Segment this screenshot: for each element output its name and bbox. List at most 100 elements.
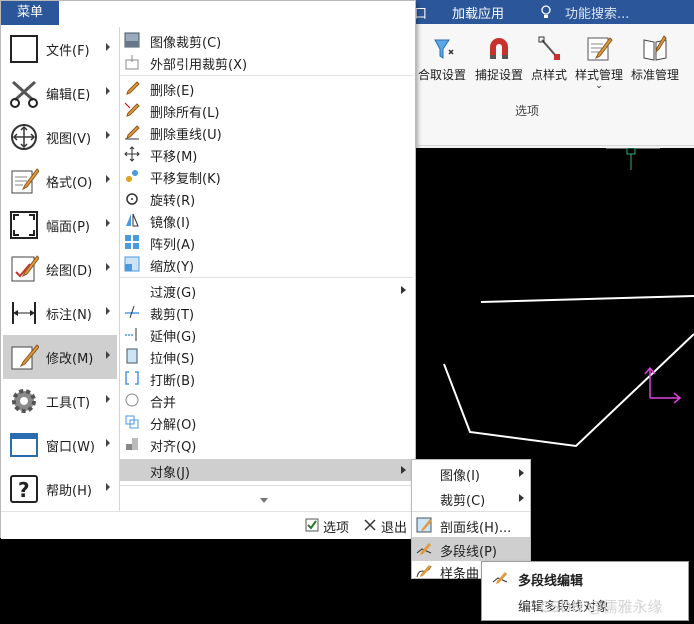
chevron-right-icon	[106, 43, 110, 51]
menu-item-copy-move[interactable]: 平移复制(K)	[120, 165, 413, 187]
chevron-right-icon	[519, 469, 524, 477]
polyline-edit-icon	[416, 541, 432, 557]
menu-item-align[interactable]: 对齐(Q)	[120, 433, 413, 455]
scissors-icon	[9, 78, 39, 108]
standards-book-icon	[640, 34, 670, 64]
svg-text:?: ?	[18, 478, 30, 502]
menu-format[interactable]: 格式(O)	[3, 159, 117, 203]
menu-sheet[interactable]: 幅面(P)	[3, 203, 117, 247]
menu-item-erase[interactable]: 删除(E)	[120, 77, 413, 99]
format-icon	[9, 166, 40, 196]
tooltip-title: 多段线编辑	[518, 574, 584, 589]
menu-item-array[interactable]: 阵列(A)	[120, 231, 413, 253]
frame-icon	[9, 210, 39, 240]
chevron-right-icon	[106, 395, 110, 403]
menu-draw[interactable]: 绘图(D)	[3, 247, 117, 291]
menu-tools[interactable]: 工具(T)	[3, 379, 117, 423]
hatch-edit-icon	[416, 517, 432, 533]
style-manager-button[interactable]: 样式管理 ⌄	[571, 32, 627, 102]
menu-item-erase-all[interactable]: 删除所有(L)	[120, 99, 413, 121]
erase-all-icon	[124, 102, 140, 118]
menu-dimension[interactable]: 标注(N)	[3, 291, 117, 335]
chevron-right-icon	[106, 219, 110, 227]
spline-edit-icon	[416, 563, 432, 579]
mirror-icon	[124, 212, 140, 228]
object-snap-funnel-icon	[427, 34, 457, 64]
menu-item-join[interactable]: 合并	[120, 389, 413, 411]
gear-icon	[9, 386, 39, 416]
break-icon	[124, 370, 140, 386]
checkbox-icon	[305, 518, 319, 532]
menu-item-xref-clip[interactable]: 外部引用裁剪(X)	[120, 51, 413, 73]
menu-edit[interactable]: 编辑(E)	[3, 71, 117, 115]
menu-item-stretch[interactable]: 拉伸(S)	[120, 345, 413, 367]
style-manager-icon	[584, 34, 614, 64]
magnet-icon	[484, 34, 514, 64]
window-icon	[9, 430, 39, 460]
menu-view[interactable]: 视图(V)	[3, 115, 117, 159]
tab-load-app[interactable]: 加载应用	[452, 3, 504, 22]
chevron-right-icon	[106, 175, 110, 183]
menu-item-object[interactable]: 对象(J)	[120, 459, 413, 481]
dimension-icon	[9, 298, 39, 328]
submenu-item-polyline[interactable]: 多段线(P)	[412, 537, 530, 561]
menu-item-image-clip[interactable]: 图像裁剪(C)	[120, 29, 413, 51]
chevron-right-icon	[106, 307, 110, 315]
menu-item-mirror[interactable]: 镜像(I)	[120, 209, 413, 231]
menu-window[interactable]: 窗口(W)	[3, 423, 117, 467]
extend-icon	[124, 326, 140, 342]
scroll-down-icon[interactable]	[260, 493, 268, 503]
ribbon-panel: 合取设置 捕捉设置 点样式 样式管理 ⌄ 标准管理 选项	[418, 24, 694, 146]
menu-item-rotate[interactable]: 旋转(R)	[120, 187, 413, 209]
close-icon	[363, 518, 377, 532]
folder-icon	[9, 34, 39, 64]
menu-item-explode[interactable]: 分解(O)	[120, 411, 413, 433]
lightbulb-icon	[540, 5, 552, 19]
copy-move-icon	[124, 168, 140, 184]
menu-item-break[interactable]: 打断(B)	[120, 367, 413, 389]
chevron-right-icon	[401, 286, 406, 294]
menu-file[interactable]: 文件(F)	[3, 27, 117, 71]
submenu-item-hatch[interactable]: 剖面线(H)...	[412, 513, 530, 537]
stretch-icon	[124, 348, 140, 364]
chevron-right-icon	[106, 87, 110, 95]
help-icon: ?	[9, 474, 39, 504]
menu-item-move[interactable]: 平移(M)	[120, 143, 413, 165]
point-style-button[interactable]: 点样式	[521, 32, 577, 102]
command-tooltip: 多段线编辑 编辑多段线对象 CSDN @儒雅永缘	[481, 561, 689, 621]
menu-help[interactable]: ? 帮助(H)	[3, 467, 117, 511]
join-icon	[124, 392, 140, 408]
polyline-edit-icon	[492, 570, 508, 586]
menu-item-extend[interactable]: 延伸(G)	[120, 323, 413, 345]
watermark: CSDN @儒雅永缘	[540, 598, 663, 616]
menu-item-erase-overlap[interactable]: 删除重线(U)	[120, 121, 413, 143]
erase-icon	[124, 80, 140, 96]
chevron-right-icon	[106, 483, 110, 491]
view-icon	[9, 122, 39, 152]
menu-tab[interactable]: 菜单	[1, 1, 59, 25]
menu-category-list: 文件(F) 编辑(E) 视图(V) 格式(O) 幅面(P) 绘图(D) 标注(N…	[3, 27, 117, 511]
main-menu-panel: 菜单 文件(F) 编辑(E) 视图(V) 格式(O) 幅面(P) 绘图(D) 标	[0, 0, 417, 539]
snap-settings-button[interactable]: 捕捉设置	[471, 32, 527, 102]
separator	[120, 485, 413, 486]
modify-submenu: 图像裁剪(C) 外部引用裁剪(X) 删除(E) 删除所有(L) 删除重线(U) …	[119, 27, 413, 511]
rotate-icon	[124, 190, 140, 206]
standards-manager-button[interactable]: 标准管理	[627, 32, 683, 102]
chevron-right-icon	[106, 351, 110, 359]
move-icon	[124, 146, 140, 162]
menu-footer: 选项 退出	[1, 511, 417, 539]
scale-icon	[124, 256, 140, 272]
explode-icon	[124, 414, 140, 430]
chevron-right-icon	[401, 466, 406, 474]
submenu-item-clip[interactable]: 裁剪(C)	[412, 486, 530, 510]
draw-icon	[9, 254, 40, 284]
feature-search-input[interactable]: 功能搜索...	[565, 3, 629, 22]
object-snap-settings-button[interactable]: 合取设置	[414, 32, 470, 102]
menu-item-scale[interactable]: 缩放(Y)	[120, 253, 413, 275]
point-style-icon	[534, 34, 564, 64]
separator	[120, 277, 413, 278]
submenu-item-image[interactable]: 图像(I)	[412, 461, 530, 485]
menu-item-transition[interactable]: 过渡(G)	[120, 279, 413, 301]
menu-modify[interactable]: 修改(M)	[3, 335, 117, 379]
menu-item-trim[interactable]: 裁剪(T)	[120, 301, 413, 323]
